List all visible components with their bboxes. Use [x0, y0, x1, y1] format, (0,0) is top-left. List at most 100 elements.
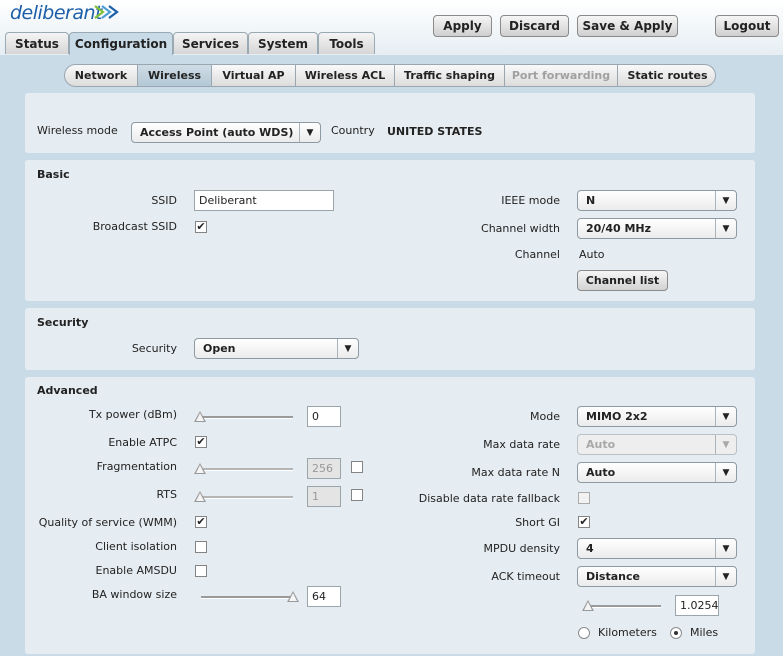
- tab-status[interactable]: Status: [5, 32, 69, 54]
- wireless-mode-value: Access Point (auto WDS): [140, 126, 294, 139]
- logo-arrows-icon: [94, 5, 119, 19]
- ack-timeout-select[interactable]: Distance ▼: [577, 566, 737, 587]
- channel-width-select[interactable]: 20/40 MHz ▼: [577, 218, 737, 239]
- channel-label: Channel: [514, 248, 560, 261]
- wireless-mode-label: Wireless mode: [37, 124, 118, 137]
- channel-width-label: Channel width: [481, 222, 560, 235]
- tx-power-input[interactable]: 0: [307, 406, 341, 427]
- advanced-panel: Advanced Tx power (dBm) 0 Enable ATPC ✔ …: [25, 377, 755, 654]
- subtab-network[interactable]: Network: [65, 65, 138, 86]
- subtab-static-routes[interactable]: Static routes: [618, 65, 715, 86]
- miles-label: Miles: [690, 626, 719, 639]
- chevron-down-icon: ▼: [299, 123, 320, 142]
- header: deliberant Apply Discard Save & Apply Lo…: [0, 0, 783, 55]
- chevron-down-icon: ▼: [715, 463, 736, 482]
- security-select[interactable]: Open ▼: [194, 338, 359, 359]
- fragmentation-slider-thumb: [194, 463, 206, 474]
- chevron-down-icon: ▼: [715, 567, 736, 586]
- ba-window-slider-thumb[interactable]: [287, 591, 299, 602]
- ack-distance-slider-thumb[interactable]: [582, 600, 594, 611]
- tx-power-slider[interactable]: [197, 416, 293, 419]
- tab-services[interactable]: Services: [173, 32, 248, 54]
- ack-timeout-label: ACK timeout: [491, 570, 560, 583]
- channel-value: Auto: [579, 248, 605, 261]
- subtab-virtual-ap[interactable]: Virtual AP: [212, 65, 296, 86]
- mpdu-density-select[interactable]: 4 ▼: [577, 538, 737, 559]
- qos-checkbox[interactable]: ✔: [195, 516, 207, 528]
- chevron-down-icon: ▼: [715, 435, 736, 454]
- logout-button[interactable]: Logout: [715, 15, 779, 37]
- short-gi-label: Short GI: [515, 516, 560, 529]
- security-title: Security: [37, 316, 89, 329]
- max-data-rate-n-label: Max data rate N: [471, 466, 560, 479]
- country-value: UNITED STATES: [387, 125, 483, 138]
- tab-tools[interactable]: Tools: [318, 32, 375, 54]
- security-label: Security: [131, 342, 177, 355]
- tab-system[interactable]: System: [248, 32, 318, 54]
- basic-title: Basic: [37, 168, 70, 181]
- save-apply-button[interactable]: Save & Apply: [577, 15, 678, 37]
- client-isolation-checkbox[interactable]: [195, 541, 207, 553]
- subtab-wireless[interactable]: Wireless: [138, 65, 212, 86]
- advanced-title: Advanced: [37, 384, 98, 397]
- disable-fallback-label: Disable data rate fallback: [418, 492, 560, 505]
- mpdu-density-value: 4: [586, 542, 594, 555]
- miles-radio[interactable]: [670, 627, 682, 639]
- max-data-rate-select: Auto ▼: [577, 434, 737, 455]
- apply-button[interactable]: Apply: [433, 15, 492, 37]
- chevron-down-icon: ▼: [715, 219, 736, 238]
- mode-value: MIMO 2x2: [586, 410, 648, 423]
- tx-power-label: Tx power (dBm): [88, 408, 177, 421]
- subtab-wireless-acl[interactable]: Wireless ACL: [296, 65, 395, 86]
- wireless-mode-select[interactable]: Access Point (auto WDS) ▼: [131, 122, 321, 143]
- enable-atpc-checkbox[interactable]: ✔: [195, 436, 207, 448]
- wireless-mode-panel: Wireless mode Access Point (auto WDS) ▼ …: [25, 93, 755, 153]
- chevron-down-icon: ▼: [337, 339, 358, 358]
- ba-window-slider[interactable]: [201, 596, 293, 599]
- chevron-down-icon: ▼: [715, 407, 736, 426]
- ieee-mode-select[interactable]: N ▼: [577, 190, 737, 211]
- max-data-rate-n-value: Auto: [586, 466, 616, 479]
- fragmentation-checkbox[interactable]: [351, 461, 363, 473]
- rts-checkbox[interactable]: [351, 489, 363, 501]
- rts-label: RTS: [156, 488, 177, 501]
- mode-select[interactable]: MIMO 2x2 ▼: [577, 406, 737, 427]
- ack-distance-slider[interactable]: [585, 605, 661, 608]
- ssid-input[interactable]: Deliberant: [194, 190, 334, 211]
- short-gi-checkbox[interactable]: ✔: [578, 516, 590, 528]
- ack-timeout-value: Distance: [586, 570, 640, 583]
- max-data-rate-label: Max data rate: [483, 438, 560, 451]
- max-data-rate-n-select[interactable]: Auto ▼: [577, 462, 737, 483]
- channel-list-button[interactable]: Channel list: [577, 270, 668, 291]
- fragmentation-slider: [197, 468, 293, 471]
- tx-power-slider-thumb[interactable]: [194, 411, 206, 422]
- ack-distance-input[interactable]: 1.0254: [675, 595, 719, 616]
- chevron-down-icon: ▼: [715, 539, 736, 558]
- ssid-label: SSID: [151, 194, 177, 207]
- logo: deliberant: [10, 2, 103, 24]
- basic-panel: Basic SSID Deliberant Broadcast SSID ✔ I…: [25, 160, 755, 301]
- chevron-down-icon: ▼: [715, 191, 736, 210]
- fragmentation-label: Fragmentation: [96, 460, 177, 473]
- client-isolation-label: Client isolation: [95, 540, 177, 553]
- subtab-port-forwarding: Port forwarding: [505, 65, 618, 86]
- channel-width-value: 20/40 MHz: [586, 222, 652, 235]
- enable-amsdu-label: Enable AMSDU: [95, 564, 178, 577]
- ieee-mode-label: IEEE mode: [501, 194, 560, 207]
- fragmentation-input: 256: [307, 458, 341, 479]
- disable-fallback-checkbox[interactable]: [578, 492, 590, 504]
- discard-button[interactable]: Discard: [500, 15, 569, 37]
- tab-configuration[interactable]: Configuration: [69, 32, 173, 55]
- mpdu-density-label: MPDU density: [483, 542, 560, 555]
- kilometers-label: Kilometers: [598, 626, 657, 639]
- ba-window-input[interactable]: 64: [307, 586, 341, 607]
- country-label: Country: [331, 124, 375, 137]
- kilometers-radio[interactable]: [578, 627, 590, 639]
- enable-amsdu-checkbox[interactable]: [195, 565, 207, 577]
- max-data-rate-value: Auto: [586, 438, 616, 451]
- rts-input: 1: [307, 486, 341, 507]
- subtab-traffic-shaping[interactable]: Traffic shaping: [395, 65, 505, 86]
- rts-slider-thumb: [194, 491, 206, 502]
- enable-atpc-label: Enable ATPC: [108, 436, 177, 449]
- broadcast-ssid-checkbox[interactable]: ✔: [195, 221, 207, 233]
